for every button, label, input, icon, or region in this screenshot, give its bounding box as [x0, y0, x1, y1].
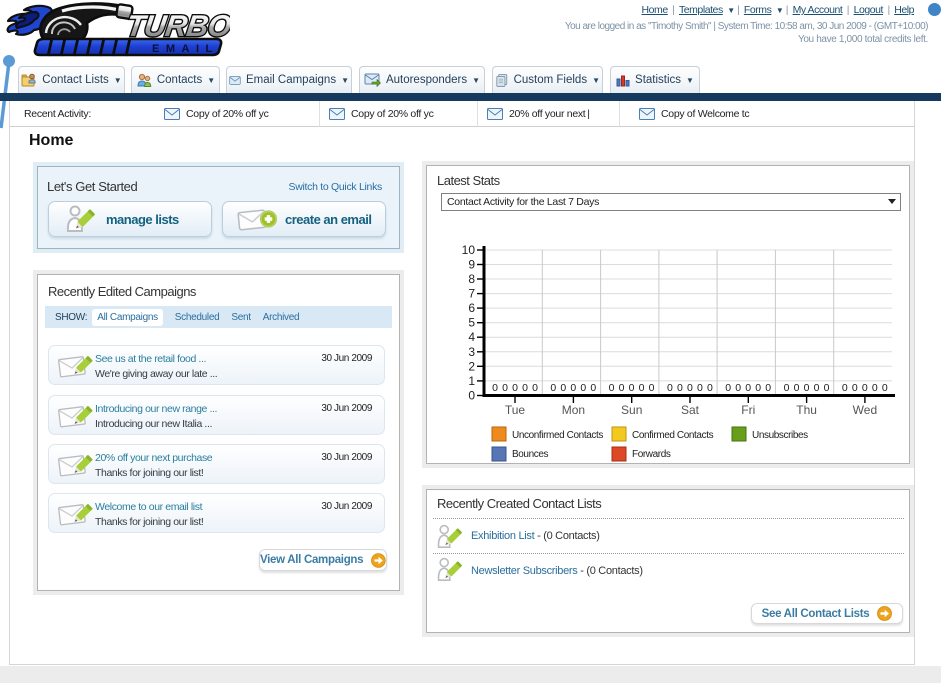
svg-text:3: 3: [468, 345, 475, 359]
svg-text:Sat: Sat: [681, 403, 700, 417]
svg-text:7: 7: [468, 287, 475, 301]
svg-text:0: 0: [522, 382, 528, 394]
svg-text:0: 0: [697, 382, 703, 394]
svg-text:0: 0: [550, 382, 556, 394]
svg-text:0: 0: [862, 382, 868, 394]
svg-text:Wed: Wed: [853, 403, 877, 417]
svg-text:0: 0: [468, 389, 475, 403]
svg-text:0: 0: [570, 382, 576, 394]
svg-text:0: 0: [794, 382, 800, 394]
svg-text:0: 0: [735, 382, 741, 394]
svg-text:Forwards: Forwards: [632, 449, 671, 460]
svg-text:Sun: Sun: [621, 403, 642, 417]
svg-text:EMAIL: EMAIL: [152, 43, 219, 55]
svg-text:Fri: Fri: [741, 403, 755, 417]
svg-text:Unconfirmed Contacts: Unconfirmed Contacts: [512, 430, 603, 441]
svg-text:0: 0: [512, 382, 518, 394]
svg-text:0: 0: [842, 382, 848, 394]
svg-text:4: 4: [468, 330, 475, 344]
svg-text:0: 0: [852, 382, 858, 394]
svg-text:1: 1: [468, 374, 475, 388]
svg-text:0: 0: [532, 382, 538, 394]
svg-text:Tue: Tue: [505, 403, 526, 417]
svg-text:0: 0: [824, 382, 830, 394]
svg-text:0: 0: [784, 382, 790, 394]
svg-text:Bounces: Bounces: [512, 449, 549, 460]
svg-text:0: 0: [492, 382, 498, 394]
svg-text:0: 0: [560, 382, 566, 394]
svg-text:Unsubscribes: Unsubscribes: [752, 430, 808, 441]
svg-text:0: 0: [502, 382, 508, 394]
svg-text:0: 0: [649, 382, 655, 394]
svg-text:2: 2: [468, 359, 475, 373]
svg-text:0: 0: [872, 382, 878, 394]
svg-text:0: 0: [882, 382, 888, 394]
svg-text:9: 9: [468, 258, 475, 272]
svg-text:5: 5: [468, 316, 475, 330]
svg-text:Mon: Mon: [562, 403, 585, 417]
svg-text:0: 0: [590, 382, 596, 394]
svg-text:0: 0: [707, 382, 713, 394]
svg-text:0: 0: [580, 382, 586, 394]
svg-text:6: 6: [468, 301, 475, 315]
svg-text:0: 0: [677, 382, 683, 394]
svg-text:0: 0: [804, 382, 810, 394]
svg-text:Thu: Thu: [796, 403, 817, 417]
svg-text:0: 0: [755, 382, 761, 394]
svg-text:0: 0: [667, 382, 673, 394]
svg-text:0: 0: [639, 382, 645, 394]
svg-text:10: 10: [462, 243, 476, 257]
svg-text:0: 0: [814, 382, 820, 394]
svg-text:0: 0: [609, 382, 615, 394]
svg-text:0: 0: [619, 382, 625, 394]
svg-text:0: 0: [687, 382, 693, 394]
svg-text:0: 0: [765, 382, 771, 394]
svg-text:0: 0: [725, 382, 731, 394]
svg-text:0: 0: [745, 382, 751, 394]
svg-text:Confirmed Contacts: Confirmed Contacts: [632, 430, 714, 441]
svg-text:8: 8: [468, 272, 475, 286]
svg-text:0: 0: [629, 382, 635, 394]
